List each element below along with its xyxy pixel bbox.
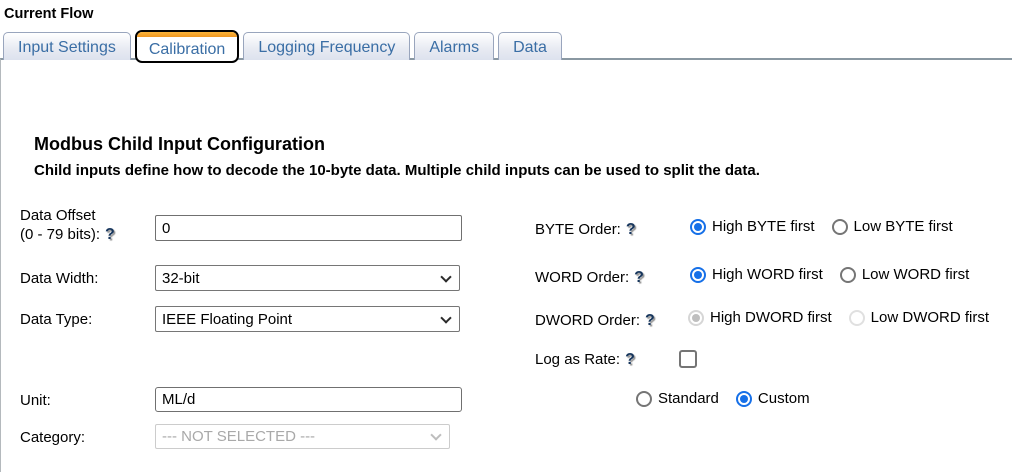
tab-alarms[interactable]: Alarms [414, 32, 494, 60]
radio-low-dword-first: Low DWORD first [849, 309, 989, 326]
section-heading: Modbus Child Input Configuration [34, 134, 325, 155]
mode-group: Standard Custom [636, 390, 820, 407]
tab-content-panel: Modbus Child Input Configuration Child i… [0, 58, 1012, 472]
data-width-label: Data Width: [20, 269, 98, 288]
unit-label: Unit: [20, 391, 51, 410]
log-as-rate-label-text: Log as Rate: [535, 351, 620, 368]
category-value: --- NOT SELECTED --- [162, 428, 315, 445]
radio-high-dword-first: High DWORD first [688, 309, 832, 326]
radio-low-word-first[interactable]: Low WORD first [840, 266, 970, 283]
radio-label: Standard [658, 390, 719, 407]
data-width-value: 32-bit [162, 270, 200, 287]
radio-label: High BYTE first [712, 218, 815, 235]
unit-input[interactable] [155, 387, 462, 412]
log-as-rate-label: Log as Rate:? [535, 350, 635, 369]
byte-order-group: High BYTE first Low BYTE first [690, 218, 963, 235]
byte-order-label-text: BYTE Order: [535, 221, 621, 238]
help-icon[interactable]: ? [634, 268, 644, 287]
radio-custom[interactable]: Custom [736, 390, 810, 407]
radio-selected-icon[interactable] [690, 267, 706, 283]
radio-unselected-icon[interactable] [832, 219, 848, 235]
data-type-label: Data Type: [20, 310, 92, 329]
radio-label: High WORD first [712, 266, 823, 283]
data-offset-input[interactable] [155, 215, 462, 241]
tab-logging-frequency[interactable]: Logging Frequency [243, 32, 410, 60]
byte-order-label: BYTE Order:? [535, 220, 636, 239]
radio-standard[interactable]: Standard [636, 390, 719, 407]
radio-high-byte-first[interactable]: High BYTE first [690, 218, 815, 235]
data-offset-label-line2: (0 - 79 bits): [20, 226, 100, 243]
radio-selected-icon[interactable] [736, 391, 752, 407]
radio-high-word-first[interactable]: High WORD first [690, 266, 823, 283]
help-icon[interactable]: ? [626, 220, 636, 239]
page-title: Current Flow [4, 6, 93, 22]
dword-order-label-text: DWORD Order: [535, 312, 640, 329]
tab-bar: Input Settings Calibration Logging Frequ… [3, 30, 562, 60]
chevron-down-icon [430, 429, 441, 440]
data-offset-label: Data Offset (0 - 79 bits):? [20, 206, 115, 244]
data-type-select[interactable]: IEEE Floating Point [155, 306, 460, 332]
tab-calibration[interactable]: Calibration [135, 30, 239, 63]
dword-order-label: DWORD Order:? [535, 311, 655, 330]
word-order-group: High WORD first Low WORD first [690, 266, 979, 283]
radio-disabled-unselected-icon [849, 310, 865, 326]
category-label: Category: [20, 428, 85, 447]
radio-unselected-icon[interactable] [840, 267, 856, 283]
log-as-rate-checkbox[interactable] [679, 350, 697, 368]
help-icon[interactable]: ? [105, 225, 115, 244]
word-order-label-text: WORD Order: [535, 269, 629, 286]
radio-label: Custom [758, 390, 810, 407]
radio-selected-icon[interactable] [690, 219, 706, 235]
page: Current Flow Input Settings Calibration … [0, 0, 1012, 472]
radio-label: Low BYTE first [854, 218, 953, 235]
dword-order-group: High DWORD first Low DWORD first [688, 309, 999, 326]
chevron-down-icon [440, 312, 451, 323]
radio-label: High DWORD first [710, 309, 832, 326]
help-icon[interactable]: ? [625, 350, 635, 369]
tab-data[interactable]: Data [498, 32, 562, 60]
radio-low-byte-first[interactable]: Low BYTE first [832, 218, 953, 235]
data-width-select[interactable]: 32-bit [155, 265, 460, 291]
category-select: --- NOT SELECTED --- [155, 424, 450, 449]
tab-label: Calibration [149, 41, 225, 58]
chevron-down-icon [440, 271, 451, 282]
help-icon[interactable]: ? [645, 311, 655, 330]
radio-label: Low DWORD first [871, 309, 989, 326]
radio-label: Low WORD first [862, 266, 970, 283]
data-type-value: IEEE Floating Point [162, 311, 292, 328]
data-offset-label-line1: Data Offset [20, 207, 96, 224]
tab-input-settings[interactable]: Input Settings [3, 32, 131, 60]
radio-unselected-icon[interactable] [636, 391, 652, 407]
section-description: Child inputs define how to decode the 10… [34, 162, 760, 179]
word-order-label: WORD Order:? [535, 268, 644, 287]
radio-disabled-selected-icon [688, 310, 704, 326]
